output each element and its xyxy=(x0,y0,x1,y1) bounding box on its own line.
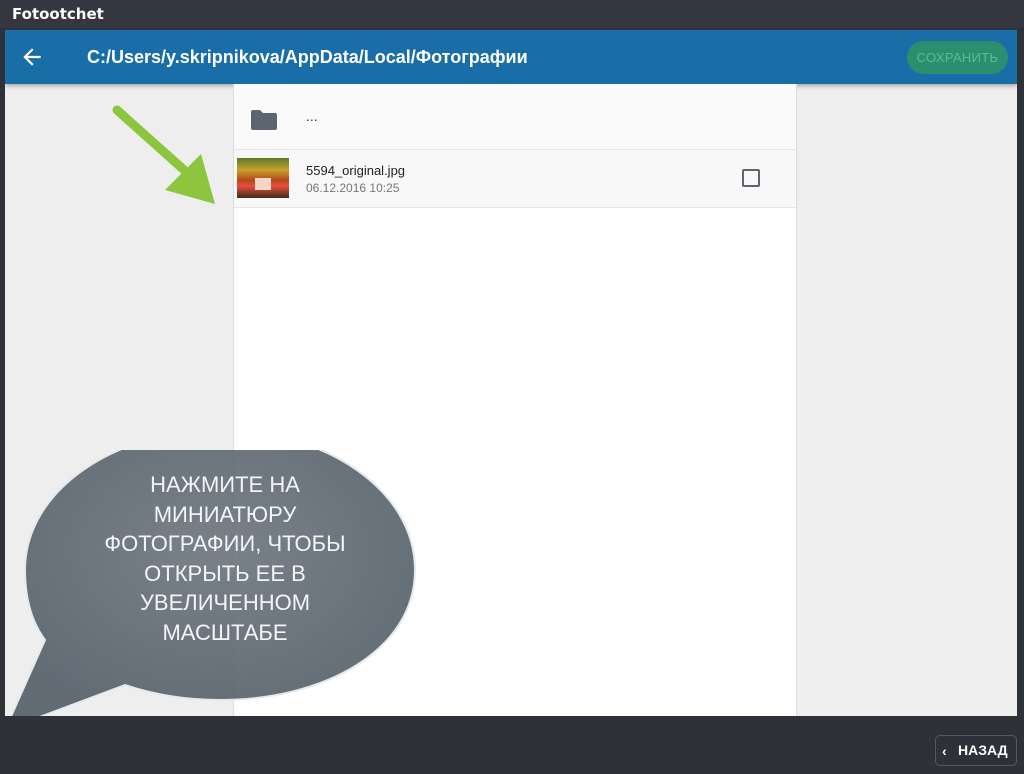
callout-line: ОТКРЫТЬ ЕЕ В xyxy=(144,560,306,586)
back-button-label: НАЗАД xyxy=(958,742,1008,758)
file-date: 06.12.2016 10:25 xyxy=(306,181,400,195)
app-bar: C:/Users/y.skripnikova/AppData/Local/Фот… xyxy=(5,30,1017,84)
list-item[interactable]: 5594_original.jpg 06.12.2016 10:25 xyxy=(234,150,796,208)
callout-line: УВЕЛИЧЕННОМ xyxy=(139,590,311,615)
select-checkbox[interactable] xyxy=(742,169,760,187)
callout-text: НАЖМИТЕ НА МИНИАТЮРУ ФОТОГРАФИИ, ЧТОБЫ О… xyxy=(67,470,383,647)
window-title: Fotootchet xyxy=(0,0,1024,28)
parent-folder-label: ... xyxy=(306,108,318,124)
callout-line: НАЖМИТЕ НА xyxy=(150,472,300,497)
file-name: 5594_original.jpg xyxy=(306,163,406,178)
arrow-left-icon[interactable] xyxy=(19,44,45,70)
photo-thumbnail[interactable] xyxy=(237,158,289,198)
folder-icon xyxy=(251,110,277,130)
callout-line: МАСШТАБЕ xyxy=(162,619,288,645)
callout-line: ФОТОГРАФИИ, ЧТОБЫ xyxy=(104,531,346,556)
back-button[interactable]: ‹ НАЗАД xyxy=(935,735,1017,766)
save-button[interactable]: СОХРАНИТЬ xyxy=(907,41,1008,74)
parent-folder-row[interactable]: ... xyxy=(234,84,796,150)
pointer-arrow xyxy=(112,105,215,204)
folder-path: C:/Users/y.skripnikova/AppData/Local/Фот… xyxy=(87,47,528,67)
callout-line: МИНИАТЮРУ xyxy=(153,501,297,527)
app-frame: C:/Users/y.skripnikova/AppData/Local/Фот… xyxy=(5,30,1017,716)
chevron-left-icon: ‹ xyxy=(942,743,947,759)
